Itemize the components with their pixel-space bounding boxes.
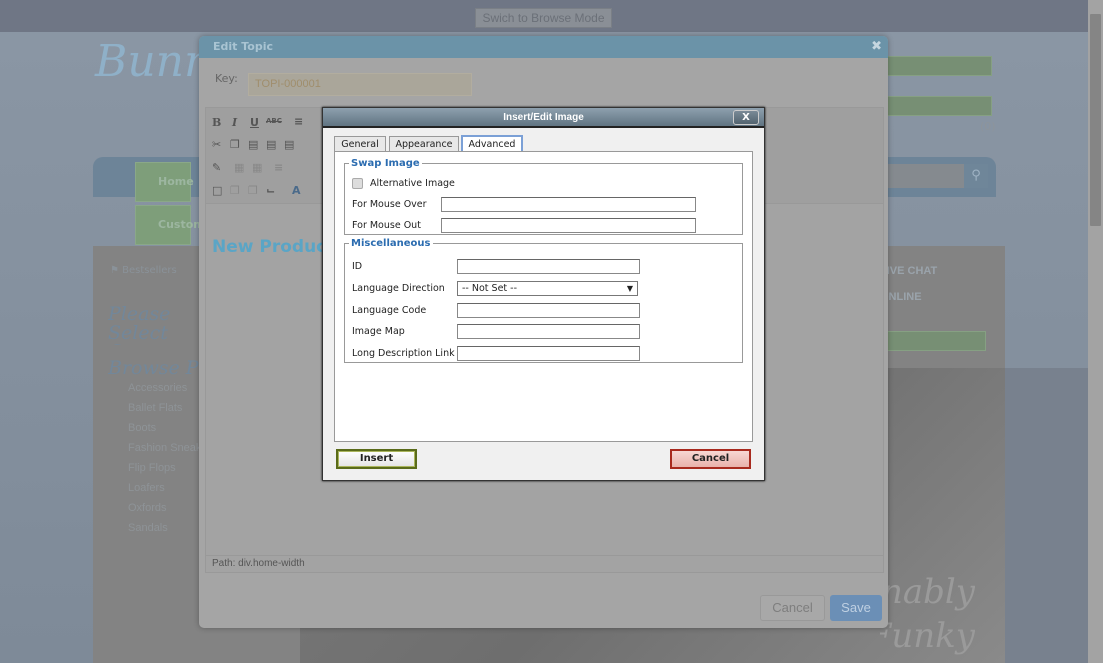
- paste-icon[interactable]: ▤: [248, 138, 258, 151]
- strikethrough-icon[interactable]: ABC: [266, 117, 282, 125]
- table-icon[interactable]: ▦: [234, 161, 244, 174]
- image-map-input[interactable]: [457, 324, 640, 339]
- search-icon[interactable]: ⚲: [964, 164, 988, 188]
- swap-image-fieldset: Swap Image Alternative Image For Mouse O…: [344, 158, 743, 235]
- mouse-over-input[interactable]: [441, 197, 696, 212]
- banner-text: Fashionably Funky!: [880, 572, 975, 656]
- mouse-out-label: For Mouse Out: [352, 220, 421, 231]
- sidebar-heading-browse: Browse Products: [108, 359, 200, 378]
- cancel-button[interactable]: Cancel: [760, 595, 825, 621]
- paste-word-icon[interactable]: ▤: [284, 138, 294, 151]
- banner-side: [1005, 368, 1088, 663]
- select-value: -- Not Set --: [462, 283, 518, 294]
- edit-icon[interactable]: ✎: [212, 161, 221, 174]
- dialog-title: Edit Topic: [199, 36, 888, 58]
- underline-icon[interactable]: U: [250, 116, 259, 129]
- dialog-title: Insert/Edit Image: [323, 108, 764, 128]
- select-icon[interactable]: □: [212, 184, 222, 197]
- cut-icon[interactable]: ✂: [212, 138, 221, 151]
- mouse-out-input[interactable]: [441, 218, 696, 233]
- alternative-image-checkbox[interactable]: [352, 178, 363, 189]
- language-direction-select[interactable]: -- Not Set -- ▼: [457, 281, 638, 296]
- align-left-icon[interactable]: ≡: [294, 115, 303, 128]
- tab-general[interactable]: General: [334, 136, 386, 152]
- category-item[interactable]: Ballet Flats: [108, 398, 203, 418]
- category-item[interactable]: Oxfords: [108, 498, 203, 518]
- title-text: Edit Topic: [213, 40, 274, 53]
- advanced-panel: Swap Image Alternative Image For Mouse O…: [334, 151, 753, 442]
- id-label: ID: [352, 261, 363, 272]
- layer2-icon[interactable]: ❐: [248, 184, 258, 197]
- image-map-label: Image Map: [352, 326, 405, 337]
- chevron-down-icon: ▼: [626, 284, 633, 293]
- scrollbar-thumb[interactable]: [1090, 14, 1101, 226]
- copy-icon[interactable]: ❐: [230, 138, 240, 151]
- green-bar: [880, 331, 986, 351]
- close-button[interactable]: X: [733, 110, 759, 125]
- sidebar-heading: Please Select Category: [108, 305, 196, 345]
- bold-icon[interactable]: B: [212, 116, 221, 129]
- live-chat-button[interactable]: LIVE CHAT ONLINE: [880, 258, 980, 303]
- alternative-image-label: Alternative Image: [370, 178, 455, 189]
- tab-bestsellers[interactable]: ⚑ Bestsellers: [110, 265, 177, 276]
- tab-label: Bestsellers: [122, 265, 177, 276]
- paste-text-icon[interactable]: ▤: [266, 138, 276, 151]
- key-input[interactable]: TOPI-000001: [248, 73, 472, 96]
- category-item[interactable]: Boots: [108, 418, 203, 438]
- nav-custom[interactable]: Custom: [135, 205, 205, 245]
- category-item[interactable]: Sandals: [108, 518, 203, 538]
- close-icon[interactable]: ✖: [871, 39, 882, 54]
- long-description-input[interactable]: [457, 346, 640, 361]
- category-item[interactable]: Fashion Sneakers: [108, 438, 200, 458]
- table-props-icon[interactable]: ▦: [252, 161, 262, 174]
- font-color-icon[interactable]: A: [292, 184, 301, 197]
- miscellaneous-fieldset: Miscellaneous ID Language Direction -- N…: [344, 238, 743, 363]
- fieldset-legend: Swap Image: [351, 158, 420, 169]
- nav-home[interactable]: Home: [135, 162, 194, 202]
- insert-button[interactable]: Insert: [336, 449, 417, 469]
- tab-advanced[interactable]: Advanced: [461, 135, 523, 152]
- cart-bar[interactable]: [880, 96, 992, 116]
- category-item[interactable]: Flip Flops: [108, 458, 203, 478]
- long-description-label: Long Description Link: [352, 348, 455, 359]
- mouse-over-label: For Mouse Over: [352, 199, 427, 210]
- switch-browse-mode-button[interactable]: Swich to Browse Mode: [475, 8, 612, 28]
- search-input[interactable]: [880, 164, 964, 188]
- login-bar[interactable]: [880, 56, 992, 76]
- sidebar: Please Select Category Browse Products A…: [108, 305, 203, 538]
- language-code-label: Language Code: [352, 305, 427, 316]
- italic-icon[interactable]: I: [232, 116, 237, 129]
- insert-image-dialog: Insert/Edit Image X General Appearance A…: [322, 107, 765, 481]
- category-item[interactable]: Loafers: [108, 478, 203, 498]
- cancel-button[interactable]: Cancel: [670, 449, 751, 469]
- editor-path: Path: div.home-width: [206, 555, 883, 572]
- tab-appearance[interactable]: Appearance: [389, 136, 459, 152]
- language-direction-label: Language Direction: [352, 283, 445, 294]
- crop-icon[interactable]: ⌙: [266, 184, 275, 197]
- id-input[interactable]: [457, 259, 640, 274]
- row-insert-icon[interactable]: ≡: [274, 161, 283, 174]
- fieldset-legend: Miscellaneous: [351, 238, 431, 249]
- save-button[interactable]: Save: [830, 595, 882, 621]
- layer-icon[interactable]: ❐: [230, 184, 240, 197]
- key-label: Key:: [215, 72, 238, 85]
- cart-count: (0): [980, 120, 996, 133]
- language-code-input[interactable]: [457, 303, 640, 318]
- category-item[interactable]: Accessories: [108, 378, 203, 398]
